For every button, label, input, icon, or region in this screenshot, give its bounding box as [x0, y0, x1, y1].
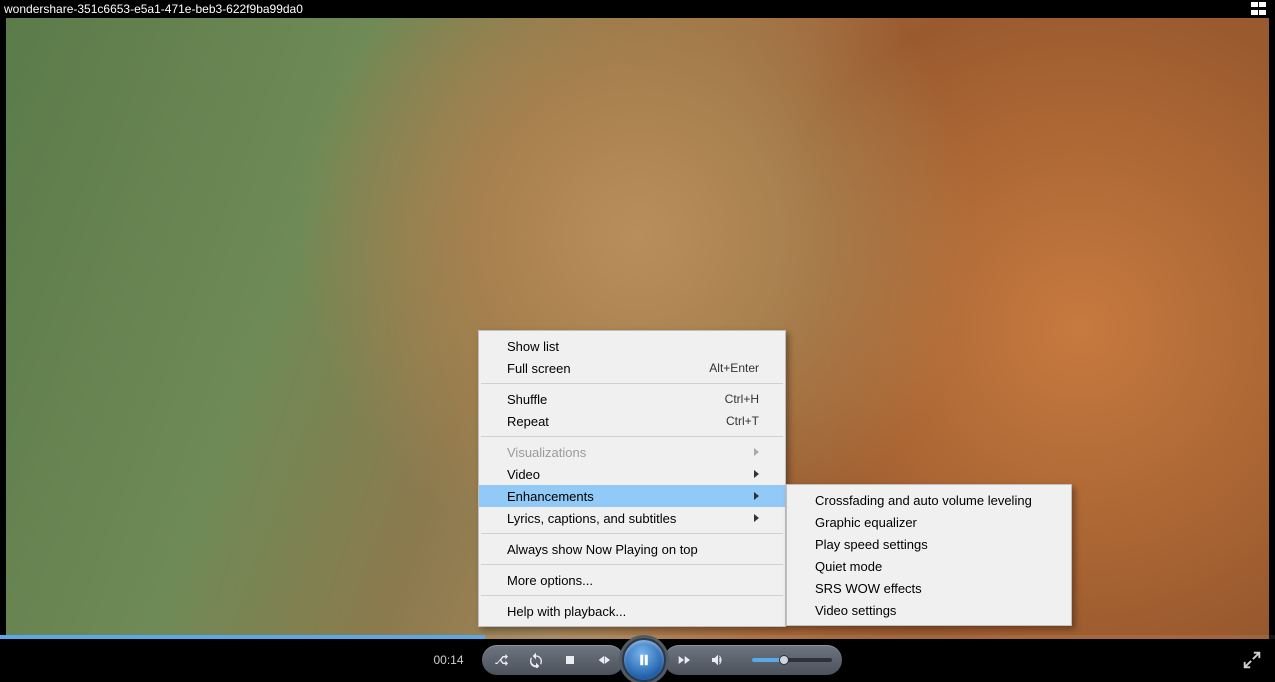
- control-pill-left: [482, 645, 624, 675]
- submenu-item[interactable]: SRS WOW effects: [787, 577, 1071, 599]
- volume-thumb[interactable]: [779, 655, 789, 665]
- chevron-right-icon: [754, 514, 759, 522]
- submenu-item-label: Graphic equalizer: [815, 515, 917, 530]
- playback-controls: 00:14: [0, 639, 1275, 681]
- menu-item-shortcut: Ctrl+T: [726, 414, 759, 428]
- menu-item[interactable]: Shuffle Ctrl+H: [479, 388, 785, 410]
- submenu-item-label: Video settings: [815, 603, 896, 618]
- control-pill-right: [664, 645, 842, 675]
- repeat-button[interactable]: [526, 650, 546, 670]
- menu-item-label: Shuffle: [507, 392, 547, 407]
- submenu-item-label: Play speed settings: [815, 537, 928, 552]
- menu-item-label: Visualizations: [507, 445, 586, 460]
- previous-button[interactable]: [594, 650, 614, 670]
- submenu-item-label: Crossfading and auto volume leveling: [815, 493, 1032, 508]
- chevron-right-icon: [754, 448, 759, 456]
- menu-item-label: Lyrics, captions, and subtitles: [507, 511, 676, 526]
- shuffle-button[interactable]: [492, 650, 512, 670]
- menu-item-label: Show list: [507, 339, 559, 354]
- menu-separator: [481, 436, 783, 437]
- menu-item[interactable]: Video: [479, 463, 785, 485]
- menu-item[interactable]: Full screen Alt+Enter: [479, 357, 785, 379]
- window-titlebar: wondershare-351c6653-e5a1-471e-beb3-622f…: [0, 0, 1275, 18]
- submenu-item[interactable]: Play speed settings: [787, 533, 1071, 555]
- volume-icon[interactable]: [708, 650, 728, 670]
- menu-item[interactable]: Show list: [479, 335, 785, 357]
- chevron-right-icon: [754, 470, 759, 478]
- menu-item-label: Repeat: [507, 414, 549, 429]
- chevron-right-icon: [754, 492, 759, 500]
- menu-item: Visualizations: [479, 441, 785, 463]
- menu-separator: [481, 383, 783, 384]
- menu-item[interactable]: Repeat Ctrl+T: [479, 410, 785, 432]
- menu-item-label: Video: [507, 467, 540, 482]
- current-time: 00:14: [433, 653, 463, 667]
- menu-item-label: Help with playback...: [507, 604, 626, 619]
- menu-item[interactable]: Enhancements: [479, 485, 785, 507]
- submenu-item[interactable]: Video settings: [787, 599, 1071, 621]
- switch-view-icon[interactable]: [1251, 2, 1269, 16]
- submenu-item-label: SRS WOW effects: [815, 581, 922, 596]
- submenu-item-label: Quiet mode: [815, 559, 882, 574]
- menu-item[interactable]: Help with playback...: [479, 600, 785, 622]
- volume-slider[interactable]: [752, 658, 832, 662]
- menu-item-shortcut: Ctrl+H: [725, 392, 759, 406]
- submenu-item[interactable]: Crossfading and auto volume leveling: [787, 489, 1071, 511]
- menu-item-label: Always show Now Playing on top: [507, 542, 698, 557]
- enhancements-submenu[interactable]: Crossfading and auto volume leveling Grap…: [786, 484, 1072, 626]
- menu-item-label: More options...: [507, 573, 593, 588]
- submenu-item[interactable]: Graphic equalizer: [787, 511, 1071, 533]
- menu-separator: [481, 564, 783, 565]
- stop-button[interactable]: [560, 650, 580, 670]
- menu-item[interactable]: More options...: [479, 569, 785, 591]
- context-menu[interactable]: Show list Full screen Alt+Enter Shuffle Ctrl…: [478, 330, 786, 627]
- window-title: wondershare-351c6653-e5a1-471e-beb3-622f…: [4, 2, 303, 16]
- fullscreen-button[interactable]: [1241, 649, 1263, 671]
- submenu-item[interactable]: Quiet mode: [787, 555, 1071, 577]
- play-pause-button[interactable]: [622, 638, 666, 682]
- next-button[interactable]: [674, 650, 694, 670]
- menu-item-shortcut: Alt+Enter: [709, 361, 759, 375]
- menu-item-label: Full screen: [507, 361, 571, 376]
- menu-separator: [481, 533, 783, 534]
- menu-separator: [481, 595, 783, 596]
- menu-item[interactable]: Always show Now Playing on top: [479, 538, 785, 560]
- menu-item[interactable]: Lyrics, captions, and subtitles: [479, 507, 785, 529]
- menu-item-label: Enhancements: [507, 489, 594, 504]
